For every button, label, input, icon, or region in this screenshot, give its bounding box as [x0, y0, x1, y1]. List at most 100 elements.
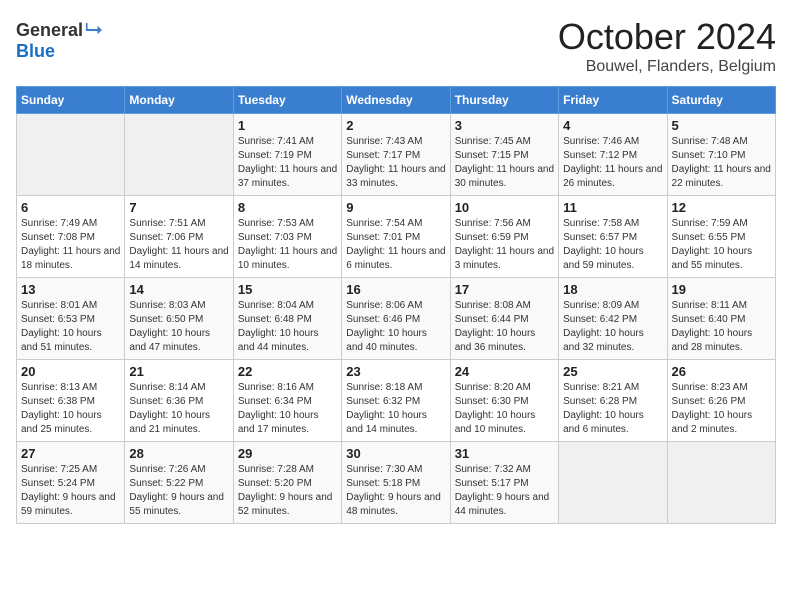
day-info: Sunrise: 7:58 AMSunset: 6:57 PMDaylight:… [563, 217, 662, 273]
day-number: 23 [346, 364, 445, 379]
week-row-4: 20Sunrise: 8:13 AMSunset: 6:38 PMDayligh… [17, 360, 776, 442]
day-number: 15 [238, 282, 337, 297]
day-cell: 15 Sunrise: 8:04 AMSunset: 6:48 PMDayligh… [233, 278, 341, 360]
day-number: 22 [238, 364, 337, 379]
day-cell [125, 114, 233, 196]
day-cell: 26Sunrise: 8:23 AMSunset: 6:26 PMDayligh… [667, 360, 775, 442]
calendar-table: Sunday Monday Tuesday Wednesday Thursday… [16, 86, 776, 524]
day-cell: 27Sunrise: 7:25 AMSunset: 5:24 PMDayligh… [17, 442, 125, 524]
day-cell: 18 Sunrise: 8:09 AMSunset: 6:42 PMDayligh… [559, 278, 667, 360]
day-number: 13 [21, 282, 120, 297]
day-cell: 28 Sunrise: 7:26 AMSunset: 5:22 PMDayligh… [125, 442, 233, 524]
day-number: 9 [346, 200, 445, 215]
day-cell [17, 114, 125, 196]
day-cell: 16 Sunrise: 8:06 AMSunset: 6:46 PMDayligh… [342, 278, 450, 360]
day-number: 16 [346, 282, 445, 297]
day-number: 18 [563, 282, 662, 297]
day-info: Sunrise: 7:45 AMSunset: 7:15 PMDaylight:… [455, 135, 554, 191]
day-info: Sunrise: 8:09 AMSunset: 6:42 PMDaylight:… [563, 299, 662, 355]
day-cell: 21 Sunrise: 8:14 AMSunset: 6:36 PMDayligh… [125, 360, 233, 442]
day-info: Sunrise: 7:25 AMSunset: 5:24 PMDaylight:… [21, 463, 120, 519]
logo-text: General⮡ Blue [16, 16, 103, 62]
day-number: 28 [129, 446, 228, 461]
day-number: 21 [129, 364, 228, 379]
day-info: Sunrise: 7:59 AMSunset: 6:55 PMDaylight:… [672, 217, 771, 273]
col-sunday: Sunday [17, 87, 125, 114]
day-cell: 4 Sunrise: 7:46 AMSunset: 7:12 PMDaylight… [559, 114, 667, 196]
day-number: 4 [563, 118, 662, 133]
col-thursday: Thursday [450, 87, 558, 114]
day-info: Sunrise: 8:06 AMSunset: 6:46 PMDaylight:… [346, 299, 445, 355]
day-info: Sunrise: 8:23 AMSunset: 6:26 PMDaylight:… [672, 381, 771, 437]
day-cell: 30 Sunrise: 7:30 AMSunset: 5:18 PMDayligh… [342, 442, 450, 524]
week-row-3: 13Sunrise: 8:01 AMSunset: 6:53 PMDayligh… [17, 278, 776, 360]
day-cell: 19Sunrise: 8:11 AMSunset: 6:40 PMDayligh… [667, 278, 775, 360]
day-cell: 29 Sunrise: 7:28 AMSunset: 5:20 PMDayligh… [233, 442, 341, 524]
day-info: Sunrise: 8:21 AMSunset: 6:28 PMDaylight:… [563, 381, 662, 437]
day-number: 6 [21, 200, 120, 215]
day-cell: 23 Sunrise: 8:18 AMSunset: 6:32 PMDayligh… [342, 360, 450, 442]
day-cell: 1 Sunrise: 7:41 AMSunset: 7:19 PMDaylight… [233, 114, 341, 196]
day-number: 25 [563, 364, 662, 379]
day-info: Sunrise: 7:30 AMSunset: 5:18 PMDaylight:… [346, 463, 445, 519]
day-info: Sunrise: 7:49 AMSunset: 7:08 PMDaylight:… [21, 217, 120, 273]
day-number: 20 [21, 364, 120, 379]
day-number: 29 [238, 446, 337, 461]
day-number: 24 [455, 364, 554, 379]
day-info: Sunrise: 8:14 AMSunset: 6:36 PMDaylight:… [129, 381, 228, 437]
day-cell: 14 Sunrise: 8:03 AMSunset: 6:50 PMDayligh… [125, 278, 233, 360]
day-info: Sunrise: 7:32 AMSunset: 5:17 PMDaylight:… [455, 463, 554, 519]
col-tuesday: Tuesday [233, 87, 341, 114]
day-cell [667, 442, 775, 524]
day-info: Sunrise: 7:56 AMSunset: 6:59 PMDaylight:… [455, 217, 554, 273]
col-monday: Monday [125, 87, 233, 114]
week-row-1: 1 Sunrise: 7:41 AMSunset: 7:19 PMDaylight… [17, 114, 776, 196]
logo: General⮡ Blue [16, 16, 103, 62]
day-cell: 8Sunrise: 7:53 AMSunset: 7:03 PMDaylight… [233, 196, 341, 278]
col-saturday: Saturday [667, 87, 775, 114]
day-cell: 6 Sunrise: 7:49 AMSunset: 7:08 PMDaylight… [17, 196, 125, 278]
day-cell: 9Sunrise: 7:54 AMSunset: 7:01 PMDaylight… [342, 196, 450, 278]
day-number: 30 [346, 446, 445, 461]
day-info: Sunrise: 7:28 AMSunset: 5:20 PMDaylight:… [238, 463, 337, 519]
logo-blue: Blue [16, 41, 55, 61]
day-info: Sunrise: 7:41 AMSunset: 7:19 PMDaylight:… [238, 135, 337, 191]
day-info: Sunrise: 8:20 AMSunset: 6:30 PMDaylight:… [455, 381, 554, 437]
col-wednesday: Wednesday [342, 87, 450, 114]
title-section: October 2024 Bouwel, Flanders, Belgium [558, 16, 776, 76]
day-number: 14 [129, 282, 228, 297]
month-title: October 2024 [558, 16, 776, 58]
day-info: Sunrise: 8:11 AMSunset: 6:40 PMDaylight:… [672, 299, 771, 355]
day-cell: 3Sunrise: 7:45 AMSunset: 7:15 PMDaylight… [450, 114, 558, 196]
col-friday: Friday [559, 87, 667, 114]
day-cell: 11Sunrise: 7:58 AMSunset: 6:57 PMDayligh… [559, 196, 667, 278]
day-info: Sunrise: 8:18 AMSunset: 6:32 PMDaylight:… [346, 381, 445, 437]
day-cell: 13Sunrise: 8:01 AMSunset: 6:53 PMDayligh… [17, 278, 125, 360]
day-info: Sunrise: 7:46 AMSunset: 7:12 PMDaylight:… [563, 135, 662, 191]
day-number: 5 [672, 118, 771, 133]
location-title: Bouwel, Flanders, Belgium [558, 58, 776, 76]
day-number: 1 [238, 118, 337, 133]
day-cell [559, 442, 667, 524]
day-cell: 17Sunrise: 8:08 AMSunset: 6:44 PMDayligh… [450, 278, 558, 360]
day-cell: 12 Sunrise: 7:59 AMSunset: 6:55 PMDayligh… [667, 196, 775, 278]
page-header: General⮡ Blue October 2024 Bouwel, Fland… [16, 16, 776, 76]
day-number: 17 [455, 282, 554, 297]
day-number: 12 [672, 200, 771, 215]
logo-bird-icon: ⮡ [85, 16, 103, 41]
day-info: Sunrise: 7:51 AMSunset: 7:06 PMDaylight:… [129, 217, 228, 273]
day-cell: 5Sunrise: 7:48 AMSunset: 7:10 PMDaylight… [667, 114, 775, 196]
day-cell: 10 Sunrise: 7:56 AMSunset: 6:59 PMDayligh… [450, 196, 558, 278]
day-number: 10 [455, 200, 554, 215]
day-info: Sunrise: 7:26 AMSunset: 5:22 PMDaylight:… [129, 463, 228, 519]
day-cell: 20Sunrise: 8:13 AMSunset: 6:38 PMDayligh… [17, 360, 125, 442]
day-cell: 24 Sunrise: 8:20 AMSunset: 6:30 PMDayligh… [450, 360, 558, 442]
day-cell: 25 Sunrise: 8:21 AMSunset: 6:28 PMDayligh… [559, 360, 667, 442]
day-cell: 22Sunrise: 8:16 AMSunset: 6:34 PMDayligh… [233, 360, 341, 442]
day-number: 7 [129, 200, 228, 215]
day-info: Sunrise: 8:04 AMSunset: 6:48 PMDaylight:… [238, 299, 337, 355]
day-cell: 7 Sunrise: 7:51 AMSunset: 7:06 PMDaylight… [125, 196, 233, 278]
day-number: 8 [238, 200, 337, 215]
day-info: Sunrise: 8:03 AMSunset: 6:50 PMDaylight:… [129, 299, 228, 355]
day-number: 2 [346, 118, 445, 133]
